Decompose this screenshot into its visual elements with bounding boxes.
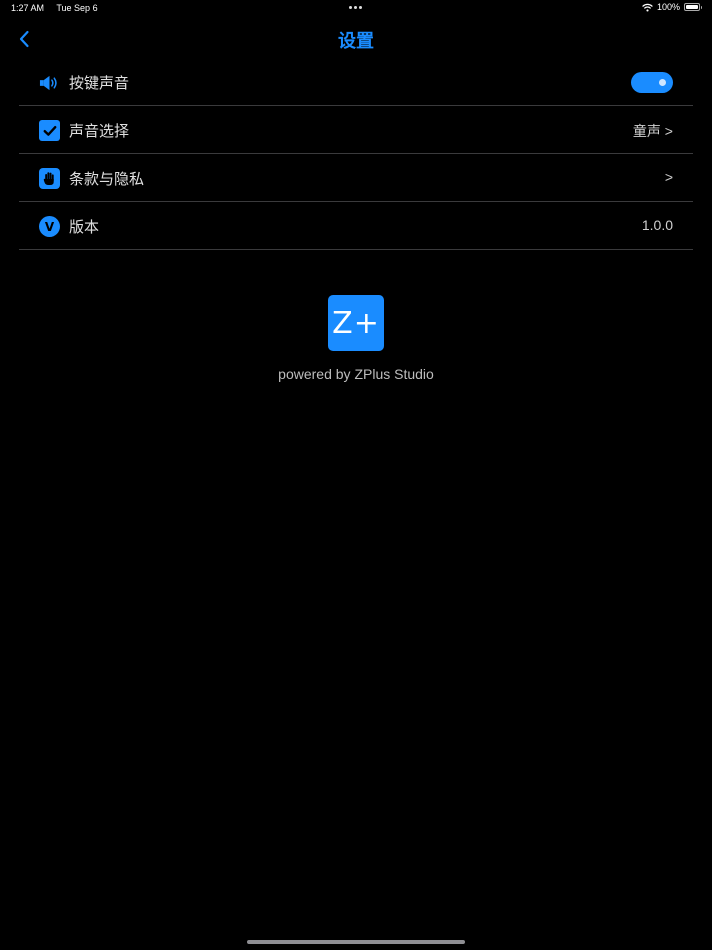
version-value: 1.0.0 (641, 217, 673, 233)
version-icon: V (39, 216, 60, 237)
setting-label-version: 版本 (69, 218, 100, 236)
settings-list: 按键声音 声音选择 童声 > 条款与隐私 > V 版本 1.0.0 (19, 58, 693, 250)
toggle-knob (659, 79, 666, 86)
version-icon-letter: V (39, 216, 60, 237)
setting-label-terms-privacy: 条款与隐私 (69, 170, 145, 188)
setting-row-sound-choice[interactable]: 声音选择 童声 > (19, 106, 693, 154)
battery-percent: 100% (656, 2, 680, 12)
setting-row-key-sound: 按键声音 (19, 58, 693, 106)
status-bar: 1:27 AM Tue Sep 6 100% (0, 0, 712, 18)
setting-label-key-sound: 按键声音 (69, 74, 130, 92)
app-logo: Z+ (328, 295, 384, 351)
terms-privacy-chevron: > (664, 169, 673, 185)
status-time-date: 1:27 AM Tue Sep 6 (11, 3, 108, 13)
battery-icon (684, 3, 702, 11)
multitasking-dots-icon[interactable] (349, 6, 362, 9)
setting-label-sound-choice: 声音选择 (69, 122, 130, 140)
setting-row-version: V 版本 1.0.0 (19, 202, 693, 250)
powered-by-text: powered by ZPlus Studio (278, 366, 434, 382)
wifi-icon (642, 3, 653, 12)
hand-icon (39, 168, 60, 189)
status-time: 1:27 AM (11, 3, 45, 13)
checkbox-icon (39, 120, 60, 141)
page-title: 设置 (338, 31, 374, 52)
navigation-bar: 设置 (0, 20, 712, 60)
key-sound-toggle[interactable] (631, 72, 673, 93)
setting-row-terms-privacy[interactable]: 条款与隐私 > (19, 154, 693, 202)
status-date: Tue Sep 6 (56, 3, 98, 13)
brand-section: Z+ powered by ZPlus Studio (0, 295, 712, 382)
speaker-icon (39, 72, 60, 93)
status-indicators: 100% (642, 2, 702, 12)
sound-choice-value: 童声 > (632, 123, 673, 139)
home-indicator[interactable] (247, 940, 465, 944)
